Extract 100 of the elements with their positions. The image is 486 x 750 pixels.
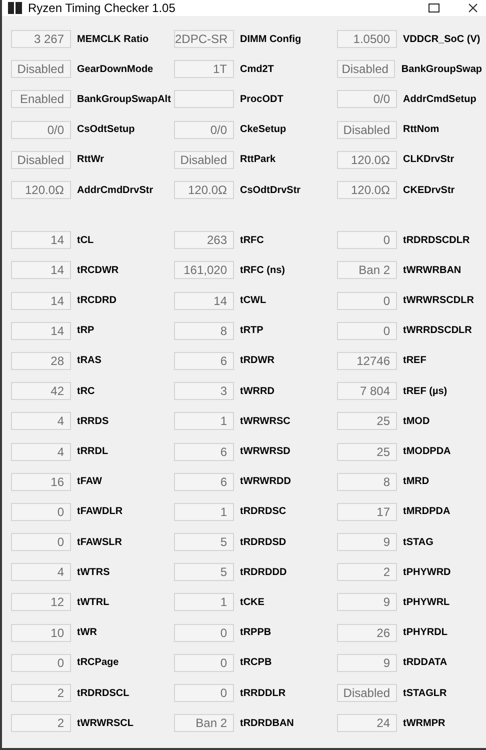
- value-field: 3: [174, 382, 234, 400]
- value-field: 6: [174, 472, 234, 491]
- value-field: 3 267: [11, 30, 71, 48]
- field-label: VDDCR_SoC (V): [403, 34, 480, 45]
- value-field: 0/0: [174, 120, 234, 139]
- field-label: tPHYWRD: [403, 566, 451, 578]
- field-label: tRDRDSC: [240, 506, 286, 518]
- value-field: Disabled: [174, 150, 234, 169]
- field-label: tRRDS: [77, 416, 109, 427]
- field-label: tRFC (ns): [240, 264, 285, 276]
- field-label: tWRWRSD: [240, 446, 290, 458]
- field-label: tRCPage: [77, 657, 119, 668]
- field-label: tFAWDLR: [77, 506, 123, 518]
- field-label: tREF: [403, 355, 426, 366]
- field-label: tSTAGLR: [403, 688, 447, 699]
- field-label: MEMCLK Ratio: [77, 34, 149, 45]
- value-field: 2: [11, 714, 71, 732]
- value-field: 4: [11, 442, 71, 461]
- value-field: 2DPC-SR: [174, 30, 234, 48]
- field-label: CLKDrvStr: [403, 154, 454, 166]
- field-label: tRDRDDD: [240, 566, 287, 578]
- field-label: tRAS: [77, 355, 102, 366]
- field-label: CKEDrvStr: [403, 184, 455, 196]
- field-label: GearDownMode: [77, 64, 154, 75]
- field-label: CsOdtDrvStr: [240, 184, 301, 196]
- value-field: 42: [11, 382, 71, 400]
- field-label: tRFC: [240, 234, 264, 246]
- field-label: BankGroupSwap: [401, 64, 482, 75]
- close-icon[interactable]: [468, 3, 478, 13]
- field-label: tRDRDSD: [240, 536, 286, 548]
- value-field: Disabled: [11, 150, 71, 169]
- value-field: 9: [337, 593, 397, 612]
- field-label: tFAWSLR: [77, 536, 122, 548]
- value-field: 24: [337, 714, 397, 732]
- value-field: 1: [174, 412, 234, 430]
- field-label: tWRWRSCL: [77, 718, 134, 729]
- value-field: 12746: [337, 352, 397, 370]
- value-field: 1.0500: [337, 30, 397, 48]
- field-label: ProcODT: [240, 94, 284, 105]
- value-field: 0: [174, 654, 234, 672]
- value-field: 5: [174, 563, 234, 582]
- value-field: 0: [11, 533, 71, 552]
- field-label: tRP: [77, 325, 94, 336]
- value-field: 14: [11, 292, 71, 310]
- field-label: tWRWRSCDLR: [403, 295, 474, 306]
- field-label: tRTP: [240, 325, 264, 336]
- field-label: RttWr: [77, 154, 104, 166]
- field-label: tRC: [77, 386, 95, 397]
- field-label: tCWL: [240, 295, 266, 306]
- value-field: 0/0: [11, 120, 71, 139]
- field-label: tRDRDSCL: [77, 688, 130, 699]
- value-field: 120.0Ω: [337, 181, 397, 200]
- field-label: tWRWRSC: [240, 416, 290, 427]
- value-field: 120.0Ω: [174, 181, 234, 200]
- value-field: 0/0: [337, 90, 397, 108]
- value-field: 8: [337, 472, 397, 491]
- field-label: tCKE: [240, 596, 264, 608]
- field-label: tWRRD: [240, 386, 274, 397]
- field-label: BankGroupSwapAlt: [77, 94, 171, 105]
- field-label: tRRDDLR: [240, 688, 286, 699]
- value-field: 14: [11, 322, 71, 340]
- field-label: tMRDPDA: [403, 506, 450, 518]
- field-label: DIMM Config: [240, 34, 302, 45]
- field-label: tPHYWRL: [403, 596, 450, 608]
- value-field: 26: [337, 624, 397, 642]
- value-field: 6: [174, 442, 234, 461]
- maximize-icon[interactable]: [428, 3, 440, 13]
- field-label: tWRRDSCDLR: [403, 325, 472, 336]
- value-field: 8: [174, 322, 234, 340]
- field-label: tRCDWR: [77, 264, 119, 276]
- value-field: 2: [11, 684, 71, 702]
- value-field: 120.0Ω: [337, 150, 397, 169]
- value-field: 10: [11, 624, 71, 642]
- field-label: tWTRS: [77, 566, 110, 578]
- value-field: 4: [11, 412, 71, 430]
- value-field: 6: [174, 352, 234, 370]
- value-field: 2: [337, 563, 397, 582]
- value-field: Disabled: [337, 120, 397, 139]
- value-field: 5: [174, 533, 234, 552]
- value-field: 1: [174, 593, 234, 612]
- field-label: tRDWR: [240, 355, 274, 366]
- value-field: 0: [11, 502, 71, 521]
- value-field: 25: [337, 412, 397, 430]
- field-label: tMOD: [403, 416, 430, 427]
- field-label: tRPPB: [240, 627, 272, 638]
- value-field: 9: [337, 654, 397, 672]
- value-field: [174, 90, 234, 108]
- field-label: tWRMPR: [403, 718, 446, 729]
- field-label: tWRWRBAN: [403, 264, 462, 276]
- value-field: 0: [174, 684, 234, 702]
- field-label: RttPark: [240, 154, 276, 166]
- field-label: tRCDRD: [77, 295, 116, 306]
- value-field: Ban 2: [174, 714, 234, 732]
- field-label: tWR: [77, 627, 97, 638]
- value-field: 0: [337, 292, 397, 310]
- value-field: Disabled: [337, 684, 397, 702]
- value-field: 14: [11, 231, 71, 250]
- value-field: 25: [337, 442, 397, 461]
- value-field: 28: [11, 352, 71, 370]
- field-label: tRCPB: [240, 657, 272, 668]
